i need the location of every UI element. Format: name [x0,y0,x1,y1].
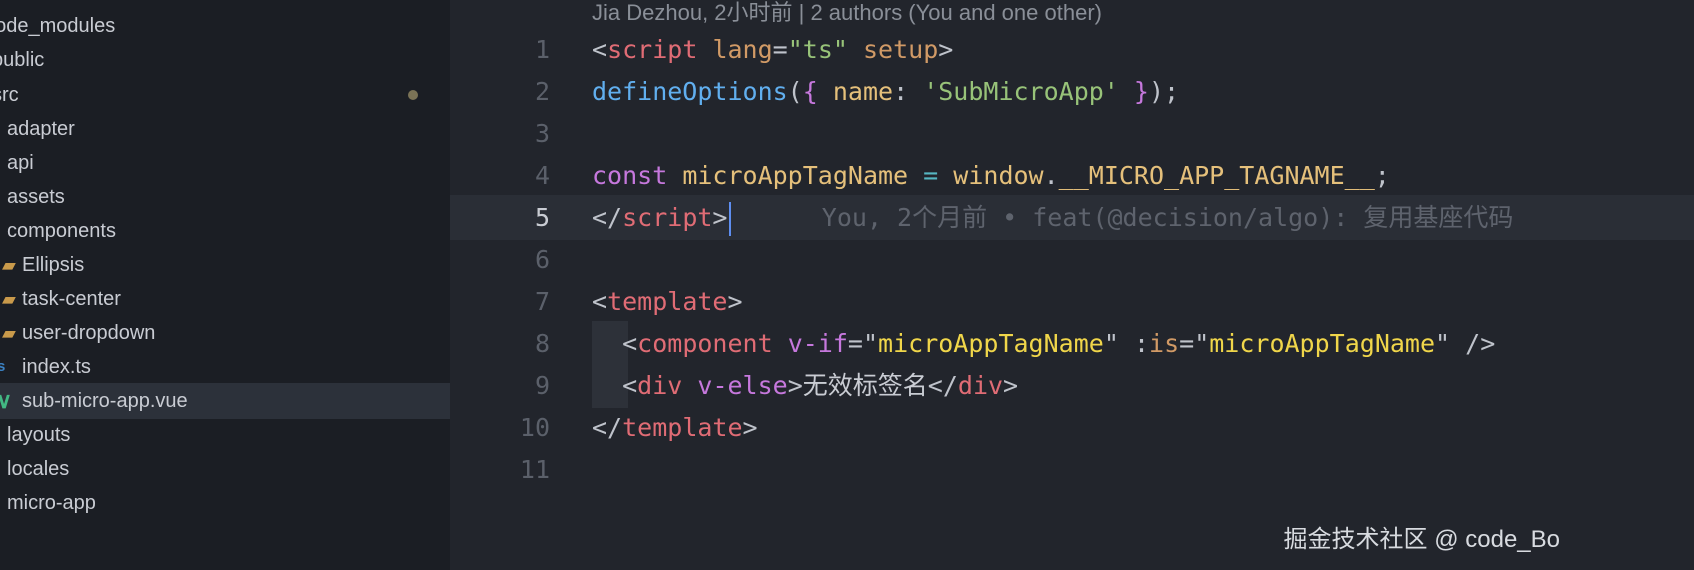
tree-item-label: micro-app [7,492,96,514]
tree-item-label: Ellipsis [22,254,85,276]
code-line[interactable]: 9 <div v-else>无效标签名</div> [450,363,1694,408]
line-number: 11 [519,455,550,484]
tree-item-assets[interactable]: assets [0,179,450,215]
file-explorer: node_modulespublic src adapter api assets com… [0,0,450,570]
tree-item-label: src [0,84,19,106]
tree-item-sub-micro-app-vue[interactable]: ∨ sub-micro-app.vue [0,383,450,419]
folder-icon: ▰ [2,323,16,343]
tree-item-label: index.ts [22,356,91,378]
tree-item-micro-app[interactable]: micro-app [0,485,450,521]
line-number: 10 [519,413,550,442]
line-number: 5 [534,203,550,232]
tree-item-task-center[interactable]: ▰ task-center [0,281,450,317]
blame-header[interactable]: Jia Dezhou, 2小时前 | 2 authors (You and on… [592,0,1102,26]
code-line[interactable]: 3 [450,111,1694,156]
code-line[interactable]: 1 <script lang="ts" setup> [450,27,1694,72]
line-number: 9 [534,371,550,400]
folder-icon: ▰ [2,255,16,275]
tree-item-label: api [7,152,34,174]
folder-icon: ▰ [2,289,16,309]
tree-item-label: sub-micro-app.vue [22,390,188,412]
tree-item-ellipsis[interactable]: ▰ Ellipsis [0,247,450,283]
line-number: 6 [534,245,550,274]
code-text[interactable]: const microAppTagName = window.__MICRO_A… [592,153,1390,198]
code-text[interactable]: <script lang="ts" setup> [592,27,953,72]
code-text[interactable]: <component v-if="microAppTagName" :is="m… [592,321,1495,366]
code-text[interactable]: <div v-else>无效标签名</div> [592,363,1018,408]
tree-item-label: assets [7,186,65,208]
tree-item-layouts[interactable]: layouts [0,417,450,453]
line-number: 2 [534,77,550,106]
tree-item-components[interactable]: components [0,213,450,249]
tree-item-label: components [7,220,116,242]
code-line[interactable]: 4 const microAppTagName = window.__MICRO_… [450,153,1694,198]
tree-item-locales[interactable]: locales [0,451,450,487]
tree-item-label: user-dropdown [22,322,156,344]
tree-item-index-ts[interactable]: ts index.ts [0,349,450,385]
code-text[interactable]: <template> [592,279,743,324]
watermark: 掘金技术社区 @ code_Bo [1283,526,1560,553]
code-line[interactable]: 8 <component v-if="microAppTagName" :is=… [450,321,1694,366]
tree-item-adapter[interactable]: adapter [0,111,450,147]
tree-item-src[interactable]: src [0,77,450,113]
modified-indicator-icon [408,90,418,100]
vue-icon: ∨ [0,388,13,413]
code-editor[interactable]: Jia Dezhou, 2小时前 | 2 authors (You and on… [450,0,1694,570]
code-text[interactable]: </template> [592,405,758,450]
code-line[interactable]: 10 </template> [450,405,1694,450]
tree-item-node-modules[interactable]: node_modules [0,8,450,44]
tree-item-label: adapter [7,118,75,140]
code-line[interactable]: 5 </script> You, 2个月前 • feat(@decision/al… [450,195,1694,240]
code-text[interactable]: defineOptions({ name: 'SubMicroApp' }); [592,69,1179,114]
line-number: 8 [534,329,550,358]
line-number: 4 [534,161,550,190]
tree-item-label: task-center [22,288,121,310]
code-line[interactable]: 2 defineOptions({ name: 'SubMicroApp' }); [450,69,1694,114]
code-line[interactable]: 6 [450,237,1694,282]
tree-item-label: layouts [7,424,71,446]
line-number: 1 [534,35,550,64]
typescript-icon: ts [0,358,6,375]
code-line[interactable]: 7 <template> [450,279,1694,324]
line-number: 3 [534,119,550,148]
line-number: 7 [534,287,550,316]
code-line[interactable]: 11 [450,447,1694,492]
tree-item-public[interactable]: public [0,42,450,78]
tree-item-user-dropdown[interactable]: ▰ user-dropdown [0,315,450,351]
inline-blame[interactable]: You, 2个月前 • feat(@decision/algo): 复用基座代码 [731,203,1514,232]
tree-item-api[interactable]: api [0,145,450,181]
tree-item-label: public [0,49,45,71]
tree-item-label: locales [7,458,70,480]
tree-item-label: node_modules [0,15,116,37]
code-text[interactable]: </script> You, 2个月前 • feat(@decision/alg… [592,195,1513,240]
